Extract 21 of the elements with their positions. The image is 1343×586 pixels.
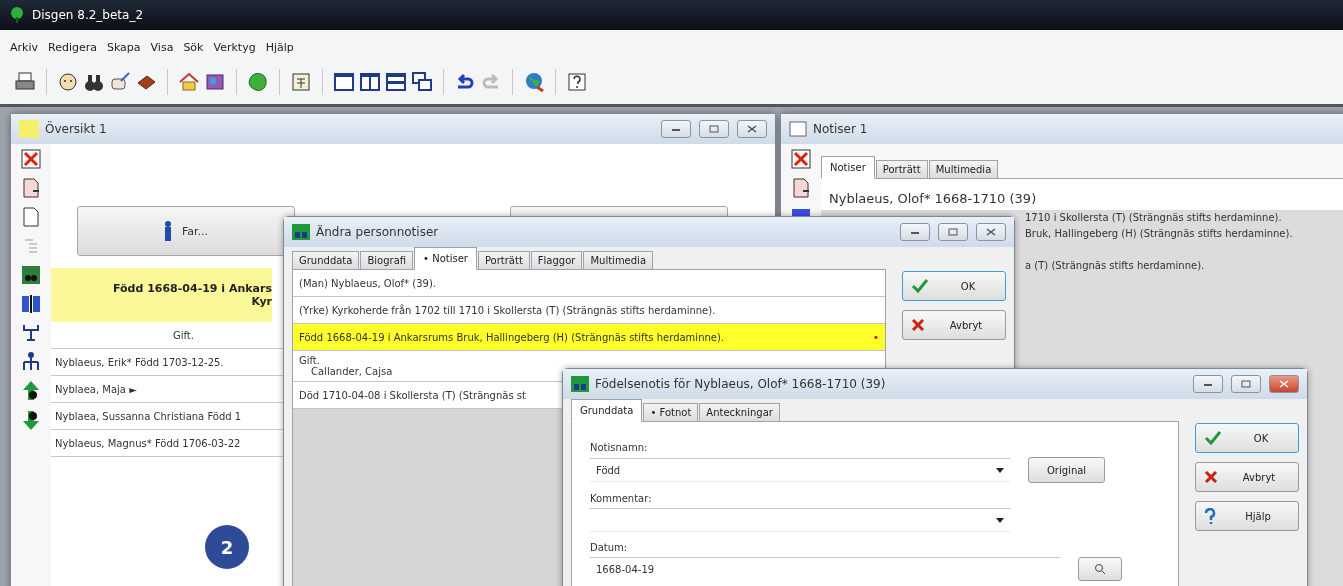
marker: • bbox=[873, 331, 879, 343]
note-text: (Yrke) Kyrkoherde från 1702 till 1710 i Skollersta (T) (Strängnäs stifts herdaminne). bbox=[299, 304, 717, 316]
marriage-label: Gift. bbox=[172, 329, 194, 341]
window-title: Disgen 8.2_beta_2 bbox=[32, 8, 144, 22]
birth-text: Född 1668-04-19 i Ankars bbox=[112, 282, 272, 295]
dialog-title: Ändra personnotiser bbox=[316, 225, 439, 239]
note-text: Född 1668-04-19 i Ankarsrums Bruk, Hallingeberg (H) (Strängnäs stifts herdaminne). bbox=[299, 331, 726, 343]
field-label: Kommentar: bbox=[590, 493, 653, 504]
field-label: Notisnamn: bbox=[590, 442, 649, 453]
window-title: Översikt 1 bbox=[45, 122, 107, 136]
note-text: a (T) (Strängnäs stifts herdaminne). bbox=[1025, 260, 1205, 273]
note-text: Död 1710-04-08 i Skollersta (T) (Strängnäs st bbox=[299, 389, 527, 401]
window-title: Notiser 1 bbox=[813, 122, 868, 136]
note-text: Bruk, Hallingeberg (H) (Strängnäs stifts herdaminne). bbox=[1025, 228, 1293, 241]
note-text: (Man) Nyblaeus, Olof* (39). bbox=[299, 277, 437, 289]
person-heading: Nyblaeus, Olof* 1668-1710 (39) bbox=[821, 179, 1343, 210]
note-text: Callander, Cajsa bbox=[310, 366, 394, 377]
field-label: Datum: bbox=[590, 542, 629, 553]
birth-text: Kyr bbox=[251, 295, 272, 308]
note-text: Gift. bbox=[299, 355, 321, 366]
note-text: 1710 i Skollersta (T) (Strängnäs stifts herdaminne). bbox=[1025, 212, 1282, 225]
